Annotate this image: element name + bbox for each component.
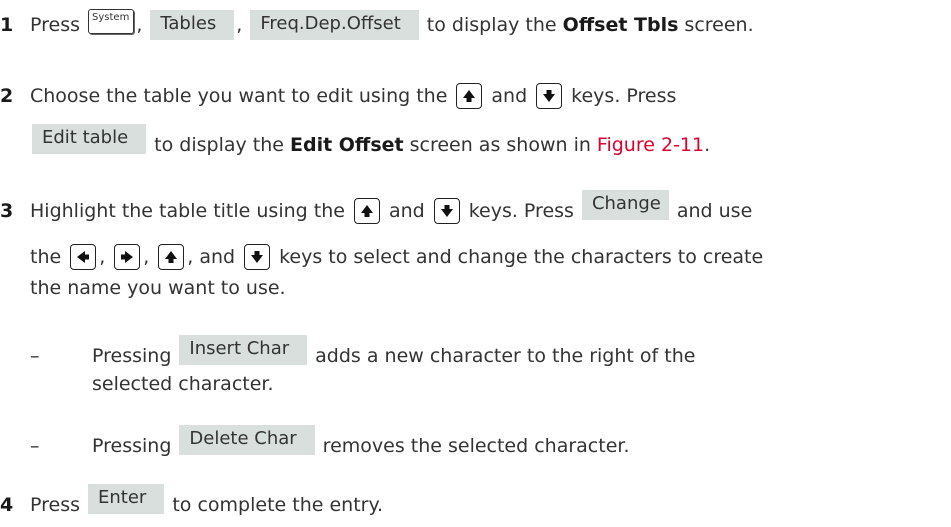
comma: , [236, 14, 243, 36]
step-text: keys. Press [571, 85, 677, 107]
freq-dep-offset-softkey: Freq.Dep.Offset [250, 10, 419, 40]
step-number: 3 [0, 200, 14, 222]
edit-table-softkey: Edit table [32, 124, 147, 154]
bullet-insert-cont: selected character. [92, 371, 274, 397]
step-text: to complete the entry. [172, 494, 384, 516]
left-arrow-key-icon [70, 244, 97, 270]
down-arrow-key-icon [244, 244, 271, 270]
screen-name: Offset Tbls [562, 14, 679, 36]
down-arrow-key-icon [536, 83, 563, 109]
delete-char-softkey: Delete Char [179, 425, 315, 455]
step-2-cont: Edit table to display the Edit Offset sc… [30, 124, 711, 160]
step-text: to display the [154, 134, 284, 156]
comma: , [136, 14, 143, 36]
bullet-delete: – Pressing Delete Char removes the selec… [30, 425, 630, 461]
figure-link[interactable]: Figure 2-11 [597, 132, 704, 158]
step-number: 1 [0, 14, 14, 36]
step-text: Choose the table you want to edit using … [30, 85, 448, 107]
change-softkey: Change [581, 190, 669, 220]
step-text: the [30, 246, 62, 268]
step-text: screen. [684, 14, 754, 36]
step-text: Press [30, 494, 81, 516]
step-text: and [388, 200, 425, 222]
bullet-insert: – Pressing Insert Char adds a new charac… [30, 335, 696, 371]
right-arrow-key-icon [114, 244, 141, 270]
tables-softkey: Tables [150, 10, 235, 40]
bullet-text: Pressing [92, 345, 172, 367]
period: . [704, 134, 711, 156]
step-3-cont2: the name you want to use. [30, 275, 286, 301]
up-arrow-key-icon [158, 244, 185, 270]
step-text: and use [676, 200, 753, 222]
bullet-dash: – [30, 435, 40, 457]
step-1: 1 Press System, Tables, Freq.Dep.Offset … [0, 8, 754, 40]
system-hardkey: System [88, 8, 135, 34]
insert-char-softkey: Insert Char [179, 335, 308, 365]
screen-name: Edit Offset [289, 134, 404, 156]
step-3-cont: the , , , and keys to select and change … [30, 244, 764, 270]
step-2: 2 Choose the table you want to edit usin… [0, 83, 676, 109]
enter-softkey: Enter [88, 484, 165, 514]
step-text: Highlight the table title using the [30, 200, 345, 222]
step-number: 4 [0, 494, 14, 516]
step-text: Press [30, 14, 81, 36]
up-arrow-key-icon [456, 83, 483, 109]
step-4: 4 Press Enter to complete the entry. [0, 484, 384, 520]
step-text: screen as shown in [409, 134, 591, 156]
bullet-text: removes the selected character. [322, 435, 630, 457]
bullet-text: selected character. [92, 373, 274, 395]
step-text: keys to select and change the characters… [279, 246, 764, 268]
step-text: keys. Press [468, 200, 574, 222]
bullet-text: adds a new character to the right of the [315, 345, 696, 367]
bullet-dash: – [30, 345, 40, 367]
down-arrow-key-icon [433, 198, 460, 224]
step-3: 3 Highlight the table title using the an… [0, 190, 753, 226]
step-text: and [199, 246, 236, 268]
bullet-text: Pressing [92, 435, 172, 457]
step-text: to display the [426, 14, 557, 36]
up-arrow-key-icon [353, 198, 380, 224]
step-text: and [491, 85, 528, 107]
step-number: 2 [0, 85, 14, 107]
step-text: the name you want to use. [30, 277, 286, 299]
